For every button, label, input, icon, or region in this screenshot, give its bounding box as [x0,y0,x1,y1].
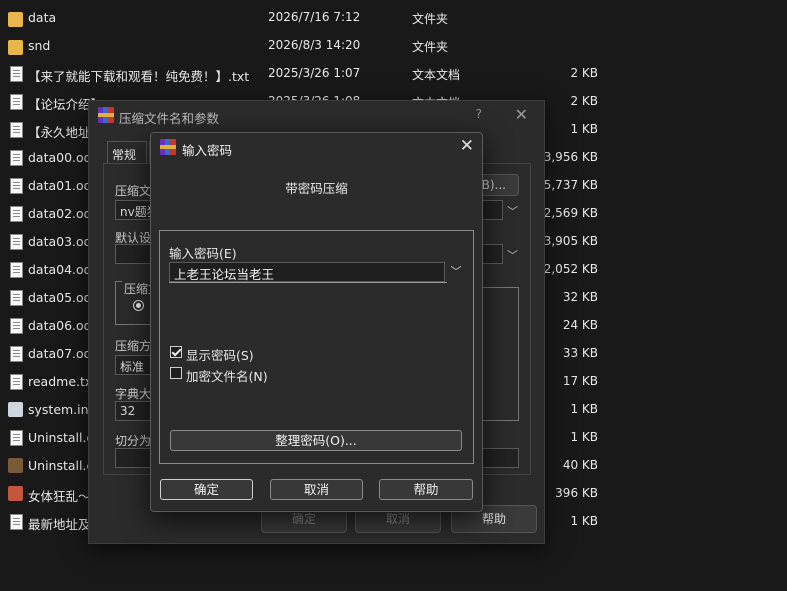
file-icon [10,234,23,250]
password-dialog-titlebar[interactable]: 输入密码 ✕ [151,133,482,161]
ok-button[interactable]: 确定 [160,479,253,500]
file-size: 33 KB [562,346,598,360]
file-row[interactable]: snd 2026/8/3 14:20 文件夹 [0,31,787,59]
file-icon [10,318,23,334]
close-icon[interactable]: ✕ [515,105,528,124]
file-size: 17 KB [562,374,598,388]
file-size: 3,905 KB [543,234,598,248]
file-row[interactable]: 【来了就能下载和观看！纯免费！】.txt 2025/3/26 1:07 文本文档 2 … [0,59,787,87]
winrar-app-icon [98,107,114,123]
archive-dialog-titlebar[interactable]: 压缩文件名和参数 ? ✕ [89,101,544,131]
file-name: system.ini [28,402,93,417]
file-name: snd [28,38,51,53]
file-size: 2 KB [570,66,598,80]
help-button[interactable]: 帮助 [379,479,473,500]
cancel-button[interactable]: 取消 [270,479,363,500]
exe-icon [8,458,23,473]
file-name: 【来了就能下载和观看！纯免费！】.txt [28,69,250,84]
settings-file-icon [8,402,23,417]
show-password-label: 显示密码(S) [186,348,254,363]
file-size: 2,569 KB [543,206,598,220]
archive-name-label: 压缩文 [115,184,152,198]
input-underline [169,282,447,283]
file-icon [10,206,23,222]
file-name: readme.txt [28,374,98,389]
file-date: 2025/3/26 1:07 [268,66,361,80]
split-select[interactable] [115,448,151,468]
chevron-down-icon[interactable]: ﹀ [507,247,518,263]
dialog-subtitle: 带密码压缩 [285,181,348,196]
file-type: 文件夹 [412,12,449,26]
help-icon[interactable]: ? [476,107,482,121]
file-name: 女体狂乱～ [28,489,91,504]
file-type: 文件夹 [412,40,449,54]
file-icon [10,262,23,278]
file-size: 2 KB [570,94,598,108]
password-input[interactable]: 上老王论坛当老王 [169,262,445,282]
file-size: 1 KB [570,122,598,136]
file-size: 32,052 KB [536,262,598,276]
checkbox-unchecked-icon[interactable] [170,367,182,379]
file-icon [10,430,23,446]
chevron-down-icon[interactable]: ﹀ [507,203,518,219]
method-select[interactable]: 标准 [115,355,151,375]
encrypt-filenames-label: 加密文件名(N) [186,369,268,384]
enter-password-dialog: 输入密码 ✕ 带密码压缩 输入密码(E) 上老王论坛当老王 ﹀ 显示密码(S) … [150,132,483,512]
file-size: 396 KB [555,486,598,500]
file-icon [10,290,23,306]
winrar-app-icon [160,139,176,155]
file-date: 2026/8/3 14:20 [268,38,361,52]
file-icon [10,346,23,362]
options-group [481,287,519,421]
file-size: 1 KB [570,430,598,444]
archive-dialog-title: 压缩文件名和参数 [119,111,220,126]
chevron-down-icon[interactable]: ﹀ [447,262,465,282]
file-icon [10,178,23,194]
dictionary-select[interactable]: 32 [115,401,151,421]
file-type: 文本文档 [412,68,461,82]
file-name: 【永久地址 [28,125,91,140]
close-icon[interactable]: ✕ [460,136,474,156]
file-date: 2026/7/16 7:12 [268,10,361,24]
file-size: 1 KB [570,514,598,528]
file-name: 最新地址及 [28,517,91,532]
dictionary-label: 字典大 [115,387,152,401]
file-size: 24 KB [562,318,598,332]
text-file-icon [10,122,23,138]
split-aux-field[interactable] [481,448,519,468]
checkbox-checked-icon[interactable] [170,346,182,358]
file-row[interactable]: data 2026/7/16 7:12 文件夹 [0,3,787,31]
method-label: 压缩方 [115,339,152,353]
password-dialog-title: 输入密码 [182,143,233,158]
organize-passwords-button[interactable]: 整理密码(O)... [170,430,462,451]
file-icon [10,150,23,166]
text-file-icon [10,94,23,110]
format-radio[interactable] [133,300,144,311]
tab-general[interactable]: 常规 [107,141,147,163]
file-name: Uninstall.d [28,430,95,445]
split-label: 切分为 [115,434,152,448]
text-file-icon [10,374,23,390]
file-size: 32 KB [562,290,598,304]
folder-icon [8,12,23,27]
image-file-icon [8,486,23,501]
file-name: data [28,10,57,25]
file-size: 40 KB [562,458,598,472]
file-size: 93,956 KB [536,150,598,164]
file-size: 25,737 KB [536,178,598,192]
folder-icon [8,40,23,55]
file-size: 1 KB [570,402,598,416]
password-label: 输入密码(E) [169,246,237,261]
text-file-icon [10,66,23,82]
text-file-icon [10,514,23,530]
